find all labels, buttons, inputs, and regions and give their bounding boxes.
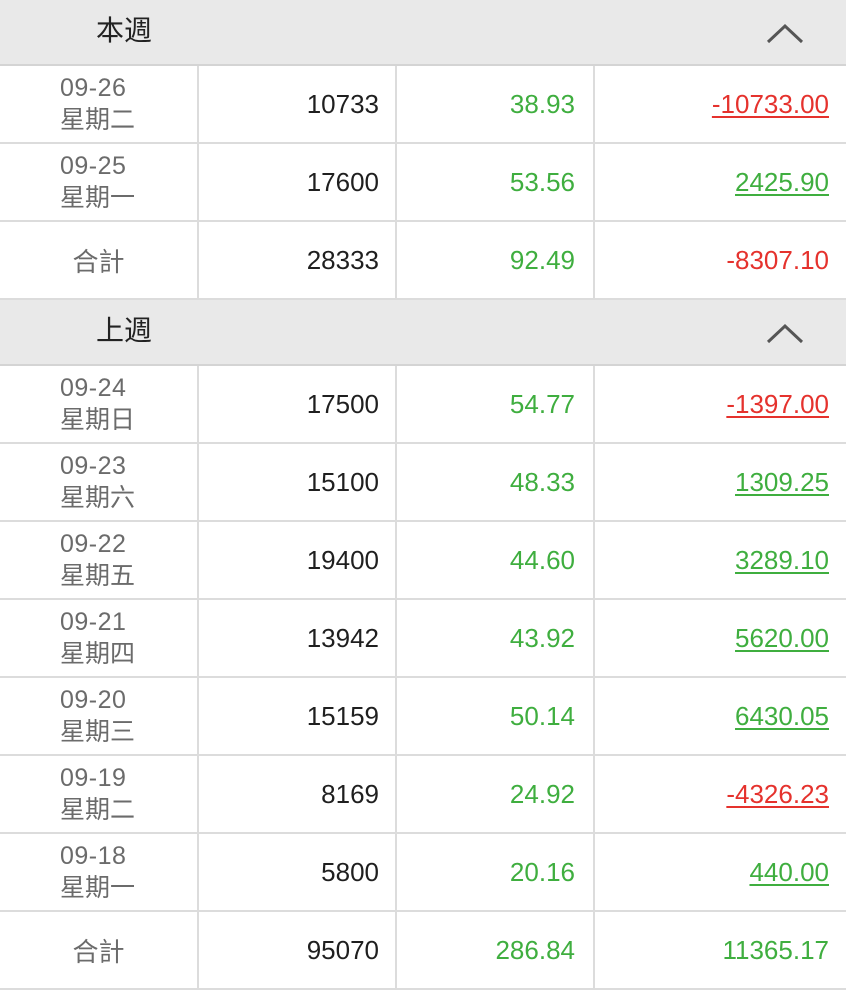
table-row[interactable]: 09-19 星期二 8169 24.92 -4326.23	[0, 756, 846, 834]
this-week-section: 本週 09-26 星期二 10733 38.93 -10733.00 09-25…	[0, 0, 846, 300]
volume-cell: 5800	[199, 834, 397, 910]
row-weekday: 星期二	[60, 795, 136, 824]
row-weekday: 星期二	[60, 105, 136, 134]
amount-cell: -1397.00	[595, 366, 846, 442]
last-week-header[interactable]: 上週	[0, 300, 846, 366]
row-date: 09-22	[60, 530, 127, 558]
total-volume: 95070	[199, 912, 397, 988]
amount-link[interactable]: 6430.05	[735, 701, 829, 732]
volume-cell: 10733	[199, 66, 397, 142]
total-value: 286.84	[397, 912, 595, 988]
amount-cell: -10733.00	[595, 66, 846, 142]
row-weekday: 星期六	[60, 483, 136, 512]
table-row[interactable]: 09-25 星期一 17600 53.56 2425.90	[0, 144, 846, 222]
amount-cell: 1309.25	[595, 444, 846, 520]
total-amount-cell: -8307.10	[595, 222, 846, 298]
volume-cell: 17600	[199, 144, 397, 220]
total-volume: 28333	[199, 222, 397, 298]
date-cell: 09-19 星期二	[0, 756, 199, 832]
row-date: 09-24	[60, 374, 127, 402]
this-week-header[interactable]: 本週	[0, 0, 846, 66]
row-weekday: 星期日	[60, 405, 136, 434]
amount-cell: 5620.00	[595, 600, 846, 676]
table-row[interactable]: 09-23 星期六 15100 48.33 1309.25	[0, 444, 846, 522]
total-amount: -8307.10	[726, 244, 829, 275]
volume-cell: 15100	[199, 444, 397, 520]
amount-link[interactable]: -4326.23	[726, 779, 829, 810]
amount-cell: 3289.10	[595, 522, 846, 598]
total-label: 合計	[0, 222, 199, 298]
table-row[interactable]: 09-18 星期一 5800 20.16 440.00	[0, 834, 846, 912]
value-cell: 48.33	[397, 444, 595, 520]
row-date: 09-19	[60, 764, 127, 792]
value-cell: 50.14	[397, 678, 595, 754]
volume-cell: 15159	[199, 678, 397, 754]
date-cell: 09-21 星期四	[0, 600, 199, 676]
value-cell: 44.60	[397, 522, 595, 598]
chevron-up-icon[interactable]	[762, 314, 808, 350]
amount-link[interactable]: -10733.00	[712, 89, 829, 120]
last-week-section: 上週 09-24 星期日 17500 54.77 -1397.00 09-23 …	[0, 300, 846, 990]
total-row: 合計 28333 92.49 -8307.10	[0, 222, 846, 300]
date-cell: 09-22 星期五	[0, 522, 199, 598]
total-value: 92.49	[397, 222, 595, 298]
table-row[interactable]: 09-26 星期二 10733 38.93 -10733.00	[0, 66, 846, 144]
amount-cell: -4326.23	[595, 756, 846, 832]
amount-cell: 440.00	[595, 834, 846, 910]
amount-link[interactable]: 5620.00	[735, 623, 829, 654]
table-row[interactable]: 09-21 星期四 13942 43.92 5620.00	[0, 600, 846, 678]
value-cell: 43.92	[397, 600, 595, 676]
value-cell: 54.77	[397, 366, 595, 442]
row-date: 09-23	[60, 452, 127, 480]
volume-cell: 17500	[199, 366, 397, 442]
amount-cell: 6430.05	[595, 678, 846, 754]
date-cell: 09-20 星期三	[0, 678, 199, 754]
table-row[interactable]: 09-20 星期三 15159 50.14 6430.05	[0, 678, 846, 756]
section-title: 上週	[96, 314, 153, 347]
row-weekday: 星期一	[60, 873, 136, 902]
row-weekday: 星期三	[60, 717, 136, 746]
date-cell: 09-23 星期六	[0, 444, 199, 520]
table-row[interactable]: 09-24 星期日 17500 54.77 -1397.00	[0, 366, 846, 444]
row-weekday: 星期五	[60, 561, 136, 590]
amount-link[interactable]: 440.00	[749, 857, 829, 888]
amount-link[interactable]: 1309.25	[735, 467, 829, 498]
row-date: 09-25	[60, 152, 127, 180]
table-row[interactable]: 09-22 星期五 19400 44.60 3289.10	[0, 522, 846, 600]
total-label: 合計	[0, 912, 199, 988]
date-cell: 09-25 星期一	[0, 144, 199, 220]
date-cell: 09-18 星期一	[0, 834, 199, 910]
section-title: 本週	[96, 14, 153, 47]
row-date: 09-20	[60, 686, 127, 714]
chevron-up-icon[interactable]	[762, 14, 808, 50]
volume-cell: 19400	[199, 522, 397, 598]
total-row: 合計 95070 286.84 11365.17	[0, 912, 846, 990]
value-cell: 38.93	[397, 66, 595, 142]
total-amount: 11365.17	[722, 934, 829, 965]
volume-cell: 8169	[199, 756, 397, 832]
value-cell: 53.56	[397, 144, 595, 220]
value-cell: 24.92	[397, 756, 595, 832]
date-cell: 09-26 星期二	[0, 66, 199, 142]
row-date: 09-18	[60, 842, 127, 870]
amount-link[interactable]: 2425.90	[735, 167, 829, 198]
value-cell: 20.16	[397, 834, 595, 910]
total-amount-cell: 11365.17	[595, 912, 846, 988]
volume-cell: 13942	[199, 600, 397, 676]
amount-link[interactable]: 3289.10	[735, 545, 829, 576]
row-date: 09-21	[60, 608, 127, 636]
amount-link[interactable]: -1397.00	[726, 389, 829, 420]
row-weekday: 星期一	[60, 183, 136, 212]
date-cell: 09-24 星期日	[0, 366, 199, 442]
amount-cell: 2425.90	[595, 144, 846, 220]
row-date: 09-26	[60, 74, 127, 102]
row-weekday: 星期四	[60, 639, 136, 668]
